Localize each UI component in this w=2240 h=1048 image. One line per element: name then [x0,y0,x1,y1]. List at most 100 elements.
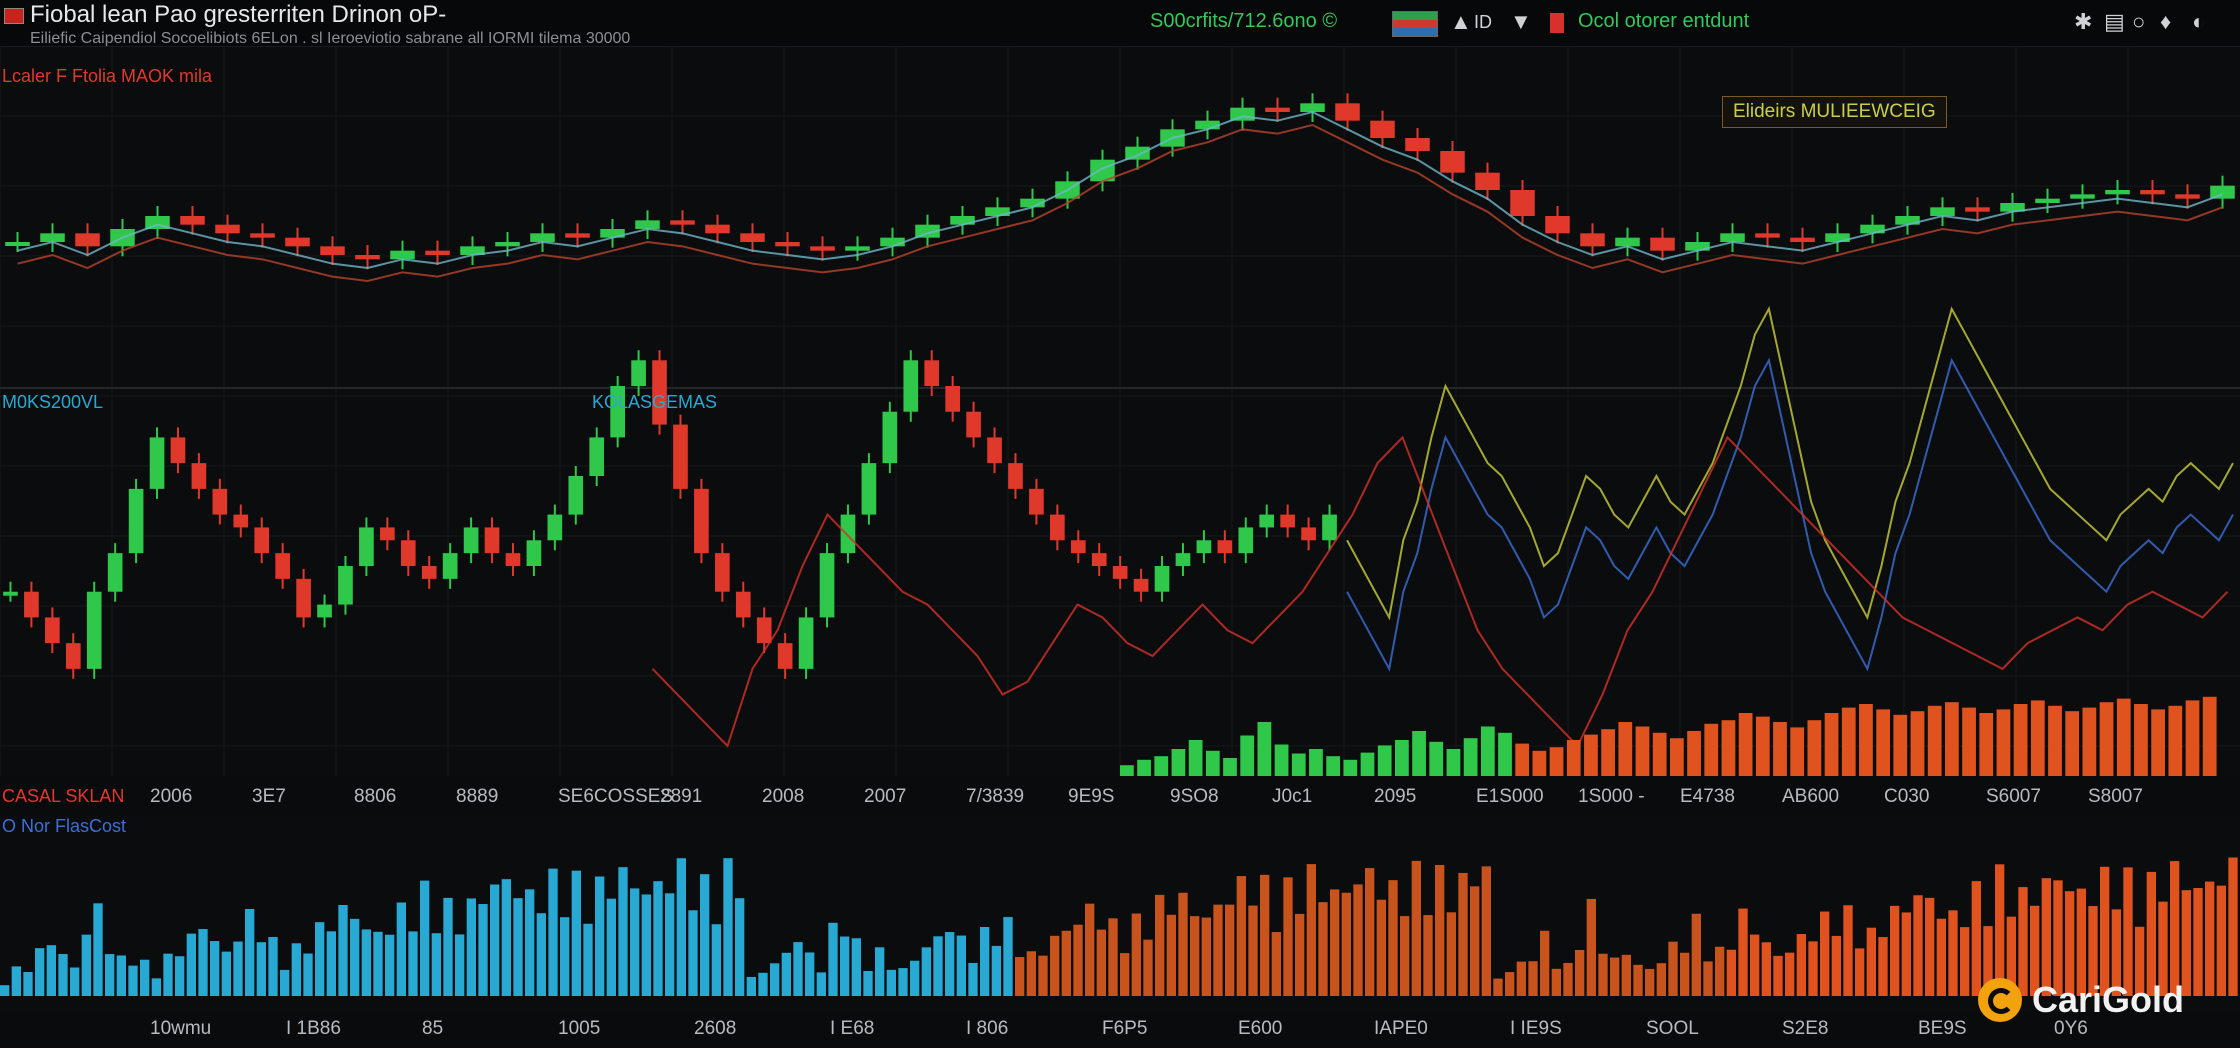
bottom-volume-bar [1598,953,1608,996]
mid-volume-bar [1687,731,1701,776]
mid-volume-bar [2151,709,2165,776]
bottom-candle [338,566,353,605]
mid-volume-bar [1910,711,1925,776]
bottom-volume-bar [1796,934,1806,996]
bottom-volume-bar [1481,866,1491,996]
settings-icon[interactable]: ✱ [2074,9,2092,35]
bottom-volume-bar [1610,957,1620,996]
bottom-candle [359,527,374,566]
bottom-candle [1154,566,1170,592]
bottom-volume-bar [186,933,196,996]
mid-volume-bar [1223,758,1237,776]
info-icon[interactable]: ○ [2132,9,2145,35]
bottom-axis-tick: I IE9S [1510,1018,1562,1039]
id-icon[interactable]: ID [1474,12,1492,33]
bottom-candle [1301,527,1316,541]
top-candle [75,233,100,247]
bottom-candle [1070,540,1086,554]
top-candle [1790,237,1815,242]
bottom-volume-bar [1901,912,1911,996]
bottom-volume-bar [1295,913,1305,996]
mid-volume-bar [1274,744,1289,776]
legend-swatch[interactable] [1392,11,1438,37]
status-indicator [1550,13,1564,33]
bottom-volume-bar [1656,963,1666,996]
bottom-candle [756,617,772,644]
middle-axis-tick: S6007 [1986,786,2041,807]
chart-canvas[interactable] [0,46,2240,1048]
mid-volume-bar [1446,749,1461,776]
mid-volume-bar [1721,720,1736,776]
middle-axis-tick: 2007 [864,786,907,807]
bottom-volume-bar [1680,952,1690,996]
top-candle [670,220,695,225]
layers-icon[interactable]: ▤ [2104,9,2125,35]
mid-volume-bar [1927,705,1942,776]
bottom-candle [128,488,144,554]
bottom-volume-bar [723,858,733,996]
bottom-volume-bar [781,952,791,996]
bottom-candle [24,591,39,618]
bottom-volume-bar [490,884,500,996]
page-title: Fiobal lean Pao gresterriten Drinon oP- [30,1,447,28]
mid-volume-bar [1549,747,1564,776]
bottom-candle [589,437,605,476]
top-candle [285,237,310,247]
bottom-candle [568,476,584,515]
bottom-volume-bar [536,913,546,996]
bell-icon[interactable]: ♦ [2160,9,2171,35]
bottom-volume-bar [676,858,686,996]
bottom-volume-bar [1155,894,1165,996]
bottom-volume-bar [431,933,441,996]
bottom-volume-bar [1085,903,1095,996]
mid-volume-bar [2134,704,2148,776]
mid-volume-bar [1480,726,1495,776]
price-badge[interactable]: Elideirs MULIEEWCEIG [1722,96,1947,128]
ticker-readout[interactable]: S00crfits/712.6ono © [1150,10,1337,33]
mid-volume-bar [1704,723,1719,776]
top-candle [1335,103,1360,121]
bottom-volume-bar [1831,935,1841,996]
user-icon[interactable]: ◐ [2192,9,2205,35]
top-candle [1720,233,1745,242]
top-candle [1405,138,1430,151]
up-arrow-icon[interactable]: ▲ [1450,9,1472,35]
bottom-volume-bar [1691,913,1701,996]
bottom-candle [861,463,877,515]
top-toolbar: Fiobal lean Pao gresterriten Drinon oP- … [0,0,2240,47]
mid-volume-bar [1326,756,1340,776]
bottom-candle [819,553,835,618]
top-candle [320,246,345,255]
top-candle [845,246,870,251]
bottom-volume-bar [326,931,336,996]
bottom-axis-tick: IAPE0 [1374,1018,1428,1039]
mid-volume-bar [1755,716,1770,776]
top-candle [2175,194,2200,199]
mid-volume-bar [1962,707,1976,776]
bottom-volume-bar [805,952,815,996]
bookmark-icon[interactable]: ▼ [1510,9,1532,35]
bottom-candle [442,553,458,579]
bottom-volume-bar [420,880,430,996]
bottom-volume-bar [688,910,698,996]
mid-volume-bar [1137,759,1151,776]
bottom-volume-bar [793,942,803,996]
bottom-volume-bar [350,918,360,996]
bottom-candle [882,411,898,464]
mid-volume-bar [1309,749,1323,776]
bottom-volume-bar [653,881,663,996]
bottom-volume-bar [746,976,756,996]
bottom-volume-bar [1761,942,1771,996]
bottom-volume-bar [443,897,453,996]
bottom-volume-bar [1551,968,1561,996]
middle-axis-tick: 9SO8 [1170,786,1219,807]
top-candle [810,246,835,251]
bottom-volume-bar [1563,963,1573,996]
bottom-volume-bar [875,947,885,996]
bottom-candle [987,437,1002,464]
mid-volume-bar [2082,707,2097,776]
middle-axis-tick: E4738 [1680,786,1735,807]
mid-volume-bar [1429,741,1444,776]
bottom-volume-bar [1715,946,1725,996]
top-candle [1755,233,1780,238]
